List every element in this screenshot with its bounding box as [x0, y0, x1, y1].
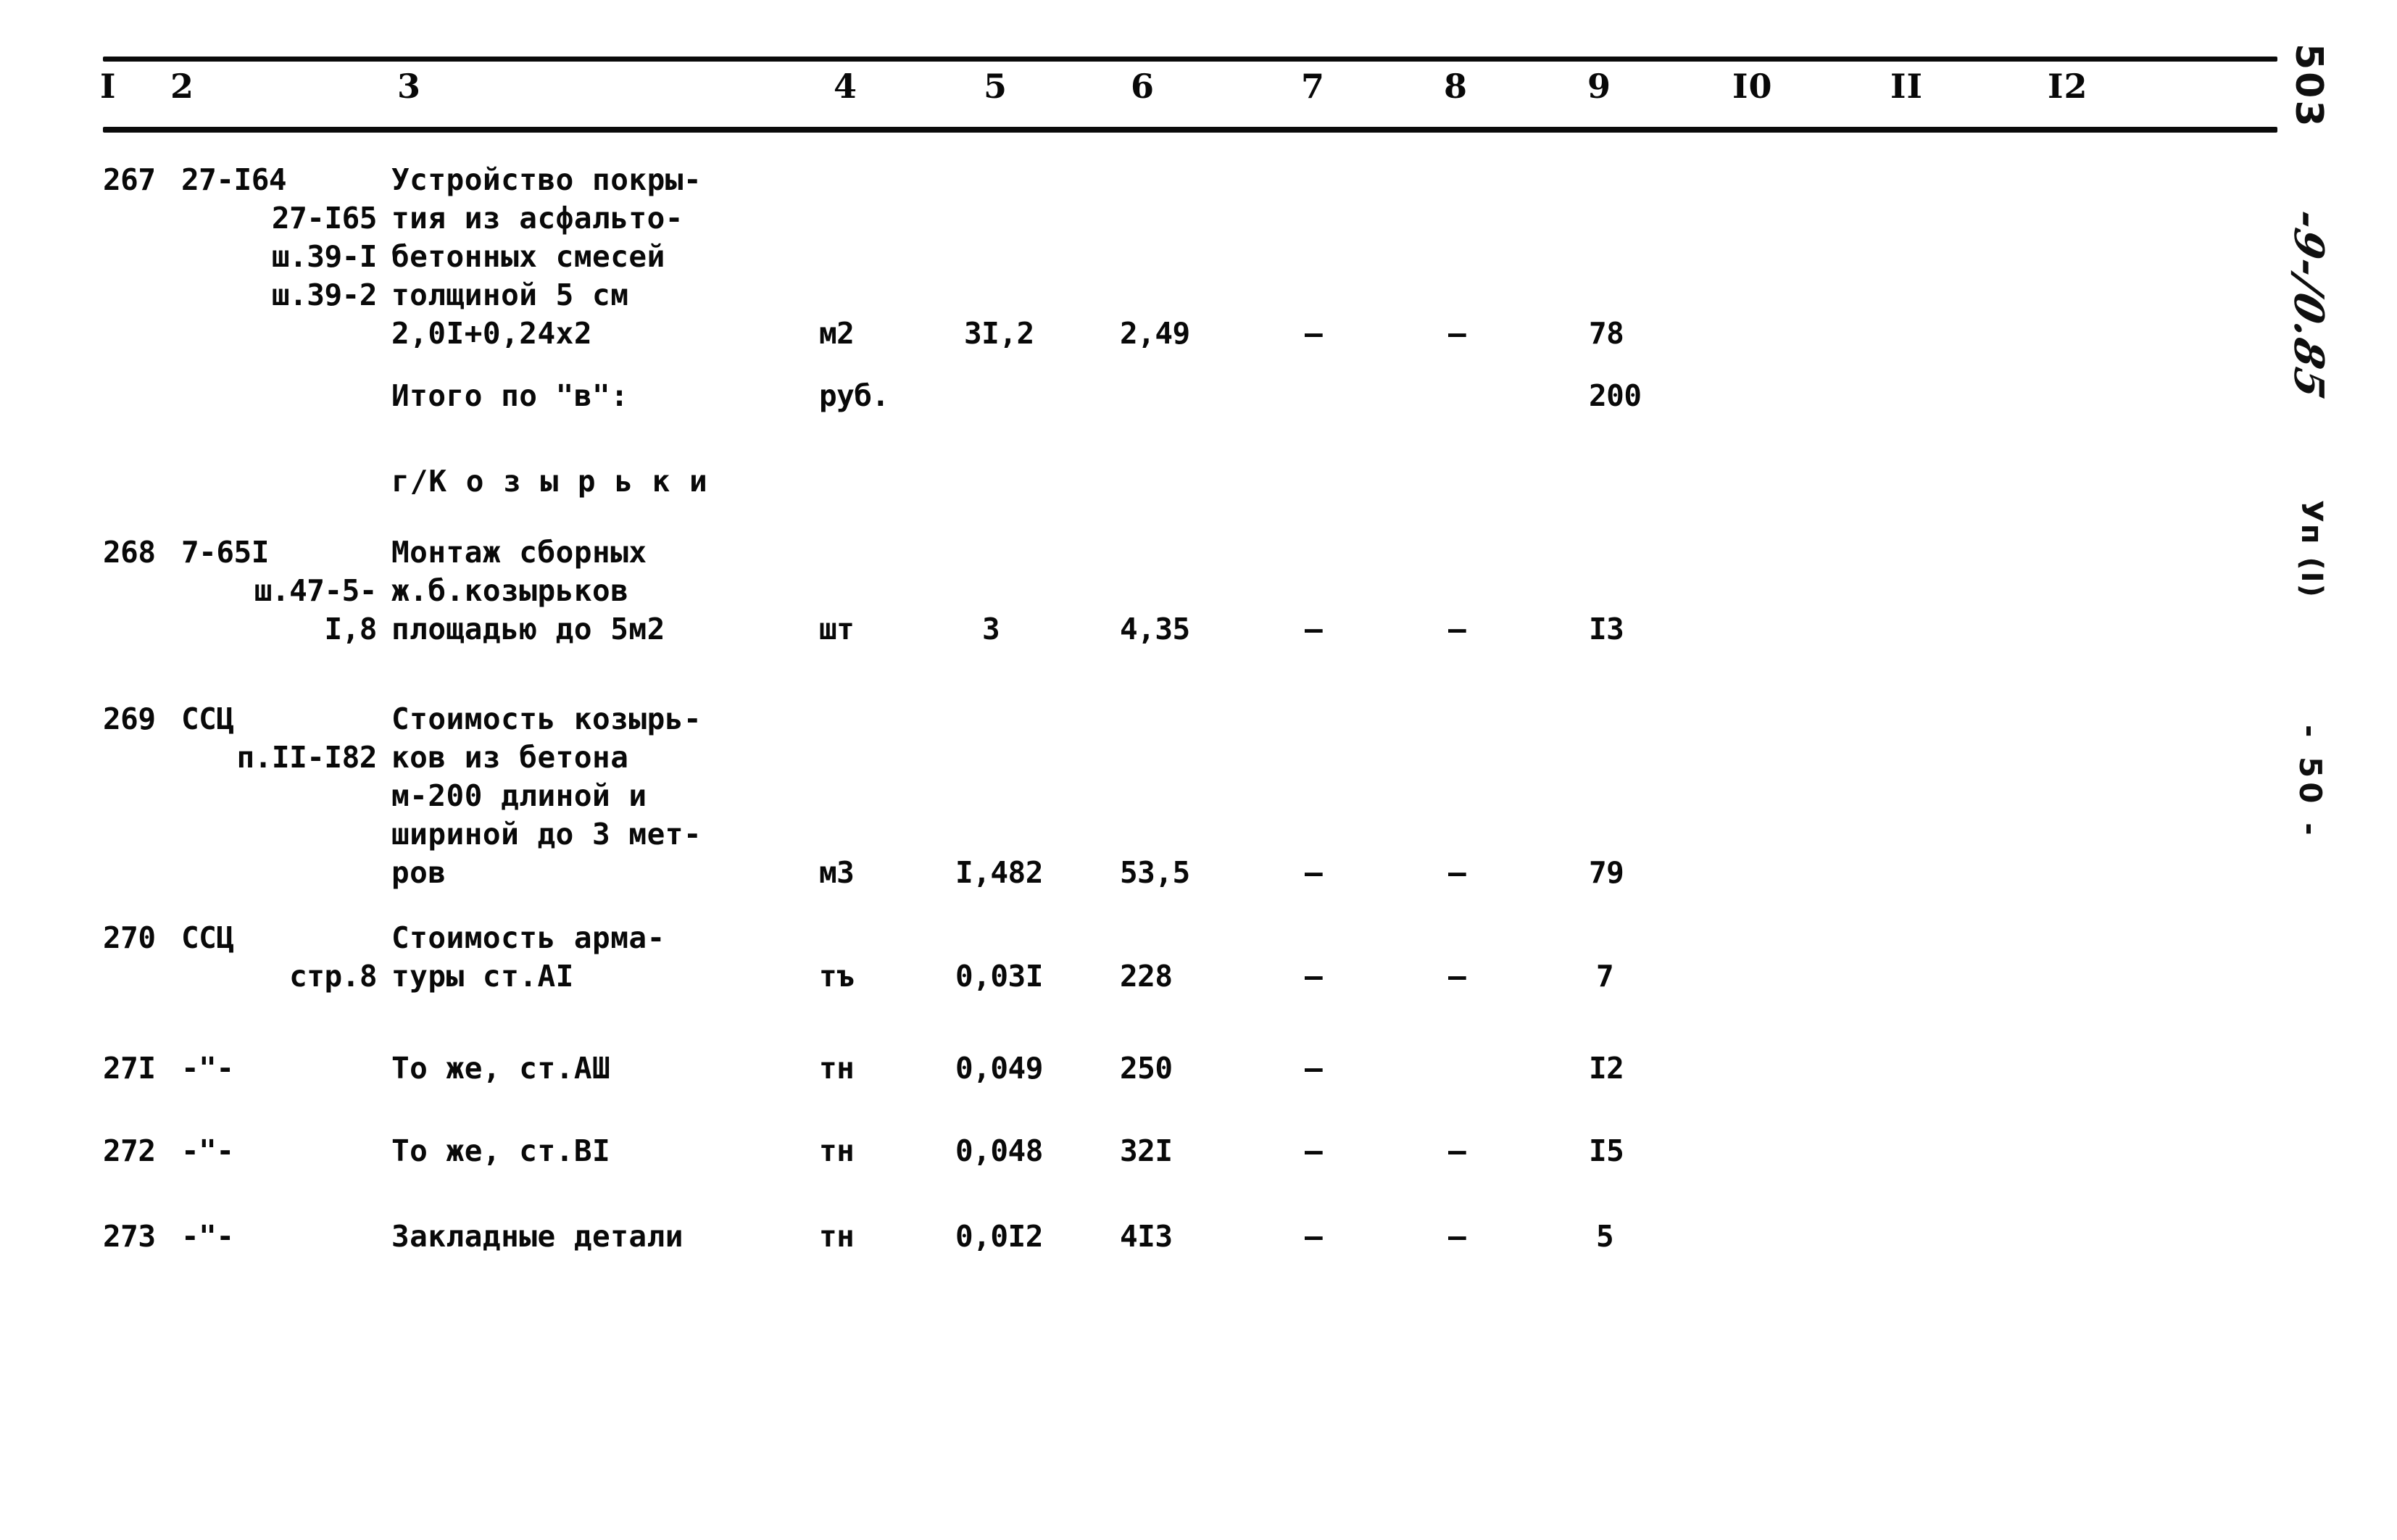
row-code: -"-: [181, 1219, 234, 1254]
row-description: Закладные детали: [391, 1219, 684, 1254]
row-unit-price: 4I3: [1120, 1219, 1173, 1254]
row-no: 27I: [103, 1051, 156, 1086]
row-col8: –: [1448, 1133, 1466, 1168]
row-code-line: 27-I64: [181, 162, 287, 197]
row-code-line: 7-65I: [181, 535, 269, 570]
row-code-line: ш.39-2: [271, 278, 378, 312]
column-header-1: I: [100, 67, 117, 106]
margin-page-number: - 50 -: [2293, 725, 2328, 840]
row-code-line: ССЦ: [181, 702, 234, 736]
row-code-line: стр.8: [289, 959, 377, 994]
row-quantity: 0,0I2: [955, 1219, 1043, 1254]
row-no: 273: [103, 1219, 156, 1254]
row-col8: –: [1448, 612, 1466, 646]
row-unit-price: 250: [1120, 1051, 1173, 1086]
row-col7: –: [1305, 855, 1323, 890]
subtotal-unit: руб.: [819, 378, 889, 413]
row-total: I2: [1589, 1051, 1624, 1086]
row-total: I5: [1589, 1133, 1624, 1168]
row-description: Стоимость козырь- ков из бетона м-200 дл…: [391, 702, 702, 890]
row-col7: –: [1305, 959, 1323, 994]
row-unit-price: 53,5: [1120, 855, 1190, 890]
row-unit: шт: [819, 612, 855, 646]
row-quantity: 3I,2: [964, 316, 1034, 351]
row-col8: –: [1448, 1219, 1466, 1254]
column-header-7: 7: [1301, 67, 1326, 106]
row-unit-price: 32I: [1120, 1133, 1173, 1168]
row-unit-price: 4,35: [1120, 612, 1190, 646]
row-total: 79: [1589, 855, 1624, 890]
row-code-line: ССЦ: [181, 920, 234, 955]
row-code: ССЦ п.II-I82: [181, 700, 378, 777]
row-col7: –: [1305, 1051, 1323, 1086]
row-description: Монтаж сборных ж.б.козырьков площадью до…: [391, 535, 665, 646]
row-code-line: ш.39-I: [271, 239, 378, 274]
section-heading: г/К о з ы р ь к и: [391, 464, 708, 499]
margin-document-number: 503: [2287, 43, 2330, 129]
row-quantity: 3: [982, 612, 1000, 646]
row-col7: –: [1305, 612, 1323, 646]
table-header-top-rule: [103, 57, 2277, 62]
row-description: То же, ст.ВI: [391, 1133, 611, 1168]
row-total: 5: [1596, 1219, 1614, 1254]
column-header-3: 3: [397, 67, 422, 106]
subtotal-total: 200: [1589, 378, 1642, 413]
column-header-10: I0: [1732, 67, 1773, 106]
row-no: 272: [103, 1133, 156, 1168]
row-total: 7: [1596, 959, 1614, 994]
row-total: 78: [1589, 316, 1624, 351]
table-header-bottom-rule: [103, 127, 2277, 133]
row-code: 7-65I ш.47-5- I,8: [181, 533, 378, 649]
subtotal-label: Итого по "в":: [391, 378, 629, 413]
row-quantity: 0,03I: [955, 959, 1043, 994]
column-header-9: 9: [1587, 67, 1612, 106]
row-code: ССЦ стр.8: [181, 919, 378, 996]
row-description: То же, ст.АШ: [391, 1051, 611, 1086]
row-unit: м2: [819, 316, 855, 351]
row-quantity: 0,049: [955, 1051, 1043, 1086]
row-code: -"-: [181, 1133, 234, 1168]
row-no: 269: [103, 702, 156, 736]
row-no: 268: [103, 535, 156, 570]
column-header-6: 6: [1131, 67, 1155, 106]
margin-handwritten-note: -9-/0.85: [2285, 205, 2332, 405]
row-no: 267: [103, 162, 156, 197]
margin-sheet-label: Уп (I): [2295, 500, 2328, 599]
row-quantity: 0,048: [955, 1133, 1043, 1168]
column-header-4: 4: [834, 67, 858, 106]
row-col7: –: [1305, 1133, 1323, 1168]
row-description: Устройство покры- тия из асфальто- бетон…: [391, 162, 702, 351]
row-code-line: ш.47-5-: [254, 573, 378, 608]
row-code: 27-I64 27-I65 ш.39-I ш.39-2: [181, 161, 378, 315]
column-header-2: 2: [170, 67, 195, 106]
row-quantity: I,482: [955, 855, 1043, 890]
row-code-line: I,8: [324, 612, 377, 646]
row-unit-price: 2,49: [1120, 316, 1190, 351]
row-no: 270: [103, 920, 156, 955]
row-unit: тн: [819, 1133, 855, 1168]
column-header-11: II: [1890, 67, 1924, 106]
row-code-line: п.II-I82: [236, 740, 378, 775]
row-col7: –: [1305, 316, 1323, 351]
row-col8: –: [1448, 959, 1466, 994]
row-col7: –: [1305, 1219, 1323, 1254]
row-col8: –: [1448, 855, 1466, 890]
row-col8: –: [1448, 316, 1466, 351]
row-unit: тн: [819, 1219, 855, 1254]
column-header-5: 5: [984, 67, 1008, 106]
row-unit: тъ: [819, 959, 855, 994]
row-unit-price: 228: [1120, 959, 1173, 994]
row-description: Стоимость арма- туры ст.АI: [391, 920, 665, 994]
row-total: I3: [1589, 612, 1624, 646]
column-header-8: 8: [1444, 67, 1468, 106]
row-unit: м3: [819, 855, 855, 890]
row-unit: тн: [819, 1051, 855, 1086]
scanned-page: I 2 3 4 5 6 7 8 9 I0 II I2 267 27-I64 27-…: [0, 0, 2397, 1540]
row-code: -"-: [181, 1051, 234, 1086]
row-code-line: 27-I65: [271, 201, 378, 236]
column-header-12: I2: [2048, 67, 2088, 106]
